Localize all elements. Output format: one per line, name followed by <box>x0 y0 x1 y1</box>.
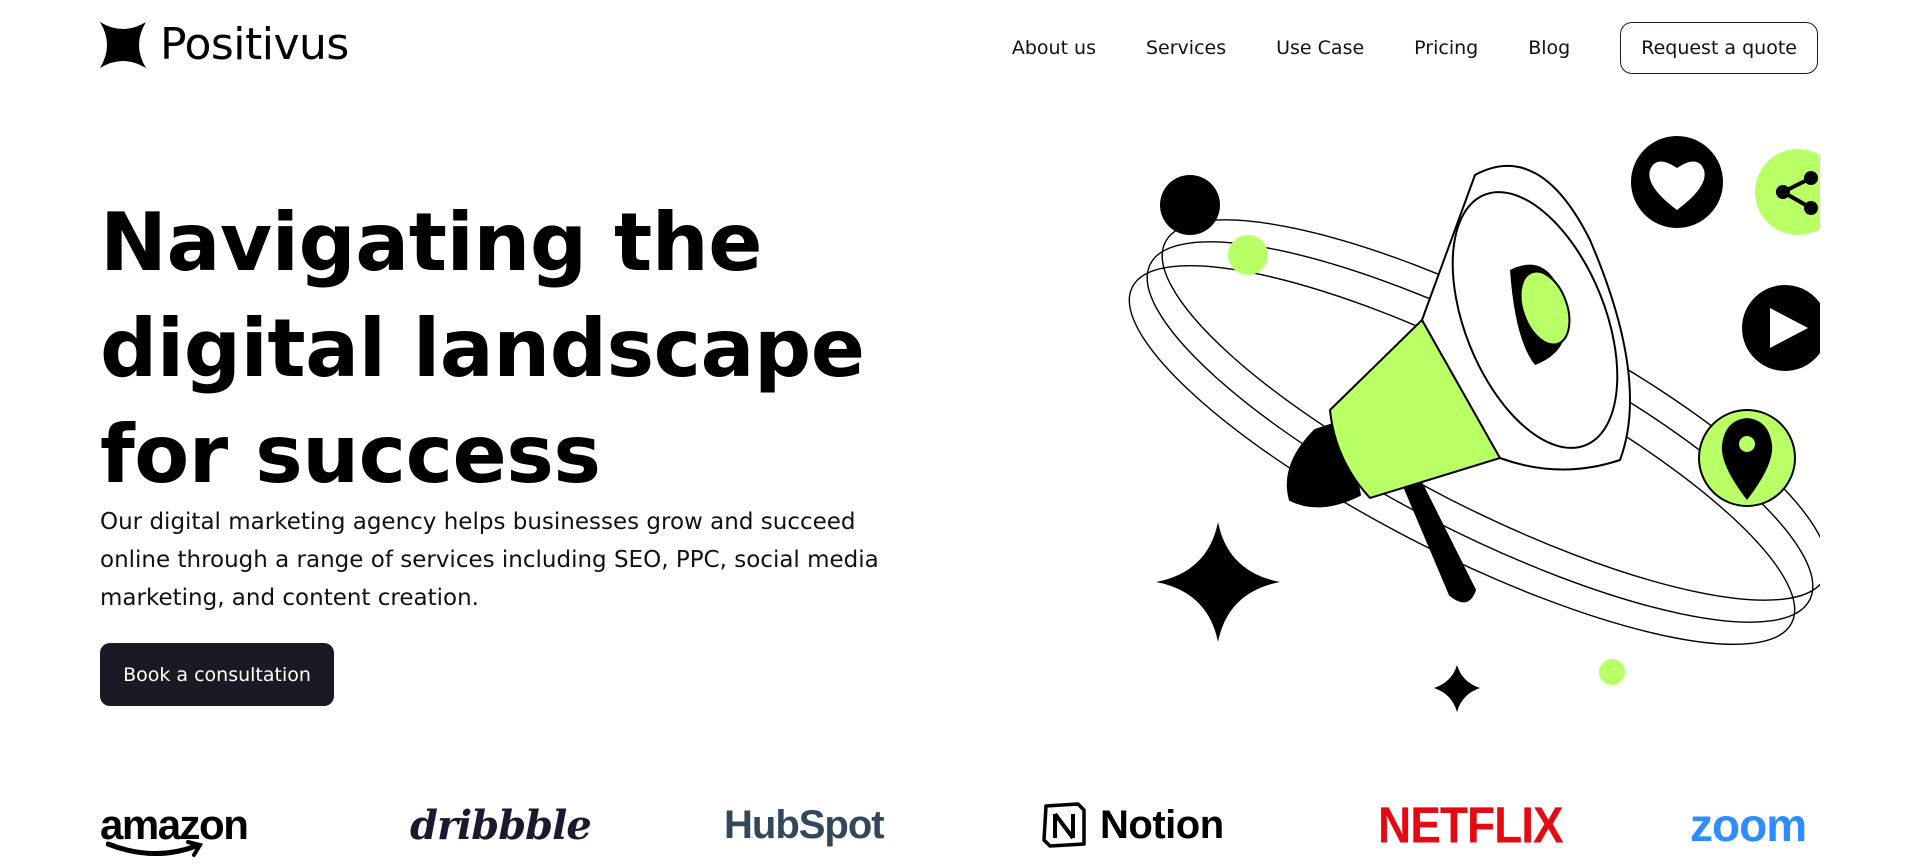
nav-item-about-us[interactable]: About us <box>1012 37 1096 59</box>
notion-icon <box>1042 802 1086 848</box>
book-consultation-button[interactable]: Book a consultation <box>100 643 334 706</box>
site-header: Positivus About us Services Use Case Pri… <box>0 0 1918 95</box>
logo-netflix: NETFLIX <box>1378 790 1564 860</box>
logo-amazon: amazon <box>100 790 249 860</box>
logo-zoom: zoom <box>1690 790 1807 860</box>
hero-title-line: for success <box>100 408 601 501</box>
logo-notion: Notion <box>1040 790 1224 860</box>
request-quote-button[interactable]: Request a quote <box>1620 22 1818 74</box>
green-dot-small <box>1599 659 1625 685</box>
logo-zoom-text: zoom <box>1690 799 1807 851</box>
nav-item-blog[interactable]: Blog <box>1528 37 1570 59</box>
nav-item-use-case[interactable]: Use Case <box>1276 37 1364 59</box>
logo-hubspot-text: HubSpot <box>724 802 885 847</box>
sparkle-star-icon <box>1156 522 1280 642</box>
nav-item-services[interactable]: Services <box>1146 37 1226 59</box>
logo-dribbble-text: dribbble <box>410 801 592 849</box>
nav-item-pricing[interactable]: Pricing <box>1414 37 1478 59</box>
main-nav: About us Services Use Case Pricing Blog … <box>1012 22 1818 74</box>
location-pin-icon <box>1698 409 1796 507</box>
logo-dribbble: dribbble <box>410 790 592 860</box>
play-icon <box>1742 285 1828 371</box>
megaphone-icon <box>1286 165 1631 603</box>
star-sparkle-icon <box>100 22 146 68</box>
logo-hubspot: HubSpot <box>724 790 885 860</box>
hero-title: Navigating the digital landscape for suc… <box>100 190 960 508</box>
black-dot <box>1160 175 1220 235</box>
logo-notion-text: Notion <box>1100 802 1224 847</box>
sparkle-star-icon <box>1434 665 1480 712</box>
hero-title-line: Navigating the <box>100 196 762 289</box>
hero-description: Our digital marketing agency helps busin… <box>100 509 879 611</box>
heart-icon <box>1631 136 1723 228</box>
hero-title-line: digital landscape <box>100 302 865 395</box>
green-dot <box>1228 235 1268 275</box>
brand-logo[interactable]: Positivus <box>100 22 349 68</box>
logo-netflix-text: NETFLIX <box>1378 796 1564 854</box>
amazon-smile-icon <box>106 840 204 857</box>
brand-name: Positivus <box>160 19 349 70</box>
client-logos: amazon dribbble HubSpot Notion NETFLIX z… <box>0 790 1918 865</box>
hero-illustration <box>1090 120 1841 740</box>
share-icon <box>1755 149 1841 235</box>
